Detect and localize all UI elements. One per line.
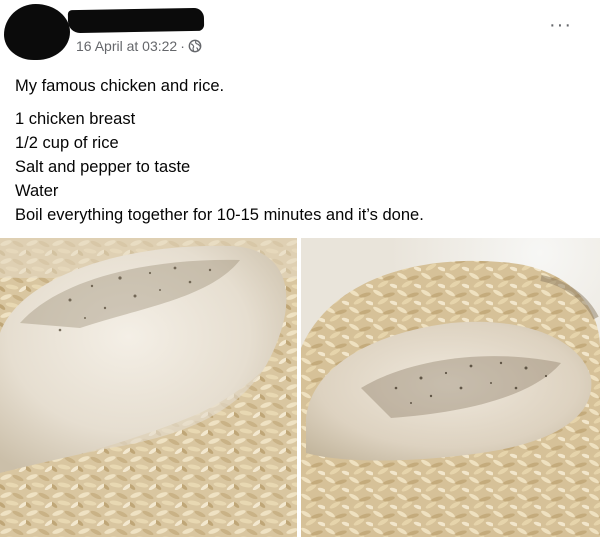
post-caption: My famous chicken and rice. bbox=[15, 77, 225, 95]
ingredient-line: Water bbox=[15, 182, 59, 200]
meta-separator: · bbox=[180, 38, 185, 54]
photo-chicken-rice-2[interactable] bbox=[301, 238, 600, 537]
globe-icon[interactable] bbox=[188, 39, 202, 53]
author-name-redaction[interactable] bbox=[67, 7, 205, 34]
ingredient-line: Salt and pepper to taste bbox=[15, 158, 191, 176]
photo-image bbox=[301, 238, 600, 537]
facebook-post: 16 April at 03:22 · ··· My famous chicke… bbox=[0, 0, 600, 537]
instruction-line: Boil everything together for 10-15 minut… bbox=[15, 206, 424, 224]
ingredient-line: 1 chicken breast bbox=[15, 110, 136, 128]
post-body: My famous chicken and rice. 1 chicken br… bbox=[15, 74, 590, 227]
photo-image bbox=[0, 238, 297, 537]
avatar-redaction[interactable] bbox=[4, 4, 70, 60]
more-options-icon[interactable]: ··· bbox=[549, 15, 572, 35]
post-meta: 16 April at 03:22 · bbox=[76, 38, 202, 54]
photo-chicken-rice-1[interactable] bbox=[0, 238, 297, 537]
post-timestamp[interactable]: 16 April at 03:22 bbox=[76, 38, 177, 54]
ingredient-line: 1/2 cup of rice bbox=[15, 134, 119, 152]
